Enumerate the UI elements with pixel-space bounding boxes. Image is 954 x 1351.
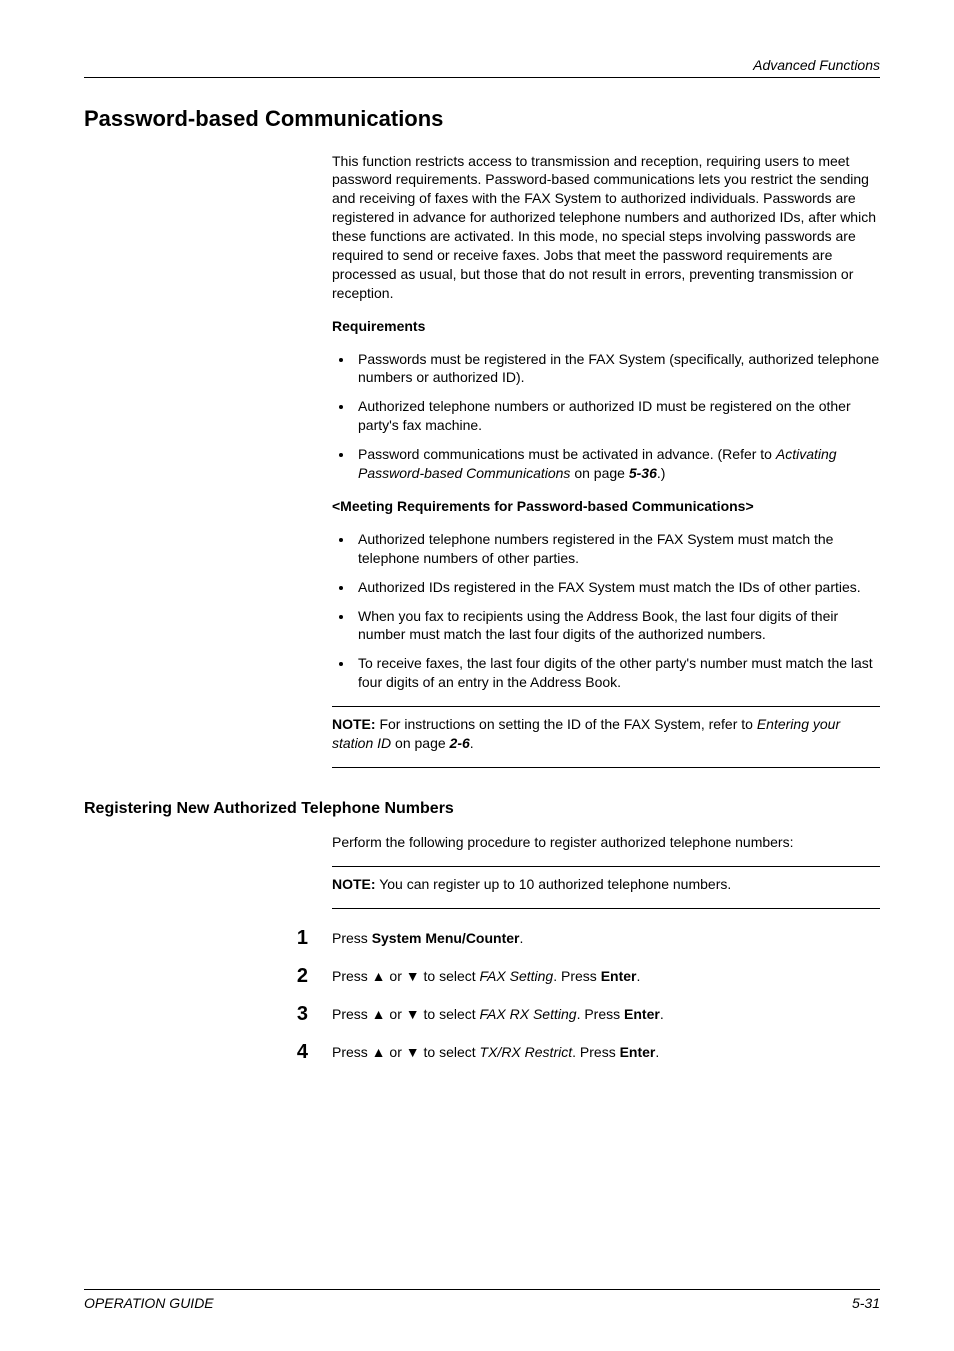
text-run: . Press bbox=[553, 968, 600, 984]
requirements-heading: Requirements bbox=[332, 317, 880, 336]
text-run: Press ▲ or ▼ to select bbox=[332, 1006, 480, 1022]
page-ref: 5-36 bbox=[629, 465, 657, 481]
note-label: NOTE: bbox=[332, 716, 376, 732]
text-run: . bbox=[520, 930, 524, 946]
body-column: Perform the following procedure to regis… bbox=[332, 833, 880, 909]
note-text: NOTE: For instructions on setting the ID… bbox=[332, 715, 880, 753]
section-title: Password-based Communications bbox=[84, 104, 880, 134]
text-run: . bbox=[655, 1044, 659, 1060]
page-ref: 2-6 bbox=[450, 735, 470, 751]
meeting-list: Authorized telephone numbers registered … bbox=[332, 530, 880, 692]
text-run: . Press bbox=[577, 1006, 624, 1022]
step-row: 2 Press ▲ or ▼ to select FAX Setting. Pr… bbox=[84, 965, 880, 987]
step-number: 4 bbox=[84, 1041, 332, 1063]
list-item: To receive faxes, the last four digits o… bbox=[354, 654, 880, 692]
list-item: Authorized telephone numbers registered … bbox=[354, 530, 880, 568]
page-footer: OPERATION GUIDE 5-31 bbox=[84, 1289, 880, 1313]
requirements-list: Passwords must be registered in the FAX … bbox=[332, 350, 880, 483]
text-run: Press ▲ or ▼ to select bbox=[332, 968, 480, 984]
note-block: NOTE: For instructions on setting the ID… bbox=[332, 706, 880, 768]
footer-rule bbox=[84, 1289, 880, 1290]
header-rule bbox=[84, 77, 880, 78]
text-run: Press ▲ or ▼ to select bbox=[332, 1044, 480, 1060]
text-run: . bbox=[660, 1006, 664, 1022]
subsection-intro: Perform the following procedure to regis… bbox=[332, 833, 880, 852]
italic-text: FAX Setting bbox=[480, 968, 554, 984]
text-run: Password communications must be activate… bbox=[358, 446, 776, 462]
note-rule-top bbox=[332, 866, 880, 867]
step-number: 1 bbox=[84, 927, 332, 949]
page-number: 5-31 bbox=[852, 1294, 880, 1313]
note-rule-bottom bbox=[332, 767, 880, 768]
text-run: . bbox=[470, 735, 474, 751]
footer-left: OPERATION GUIDE bbox=[84, 1294, 214, 1313]
text-run: .) bbox=[657, 465, 666, 481]
italic-text: FAX RX Setting bbox=[480, 1006, 577, 1022]
text-run: You can register up to 10 authorized tel… bbox=[376, 876, 732, 892]
text-run: Press bbox=[332, 930, 372, 946]
list-item: Passwords must be registered in the FAX … bbox=[354, 350, 880, 388]
meeting-heading: <Meeting Requirements for Password-based… bbox=[332, 497, 880, 516]
body-column: This function restricts access to transm… bbox=[332, 152, 880, 768]
intro-paragraph: This function restricts access to transm… bbox=[332, 152, 880, 303]
step-row: 3 Press ▲ or ▼ to select FAX RX Setting.… bbox=[84, 1003, 880, 1025]
subsection-title: Registering New Authorized Telephone Num… bbox=[84, 798, 880, 820]
bold-text: System Menu/Counter bbox=[372, 930, 520, 946]
footer-row: OPERATION GUIDE 5-31 bbox=[84, 1294, 880, 1313]
text-run: on page bbox=[570, 465, 628, 481]
text-run: on page bbox=[391, 735, 449, 751]
bold-text: Enter bbox=[624, 1006, 660, 1022]
text-run: . Press bbox=[572, 1044, 619, 1060]
italic-text: TX/RX Restrict bbox=[480, 1044, 573, 1060]
bold-text: Enter bbox=[601, 968, 637, 984]
text-run: For instructions on setting the ID of th… bbox=[376, 716, 757, 732]
list-item: Authorized telephone numbers or authoriz… bbox=[354, 397, 880, 435]
running-head: Advanced Functions bbox=[84, 56, 880, 75]
step-number: 2 bbox=[84, 965, 332, 987]
note-rule-top bbox=[332, 706, 880, 707]
note-text: NOTE: You can register up to 10 authoriz… bbox=[332, 875, 880, 894]
step-text: Press ▲ or ▼ to select TX/RX Restrict. P… bbox=[332, 1041, 880, 1062]
step-number: 3 bbox=[84, 1003, 332, 1025]
text-run: . bbox=[636, 968, 640, 984]
step-row: 1 Press System Menu/Counter. bbox=[84, 927, 880, 949]
list-item: Authorized IDs registered in the FAX Sys… bbox=[354, 578, 880, 597]
note-label: NOTE: bbox=[332, 876, 376, 892]
step-row: 4 Press ▲ or ▼ to select TX/RX Restrict.… bbox=[84, 1041, 880, 1063]
step-text: Press ▲ or ▼ to select FAX RX Setting. P… bbox=[332, 1003, 880, 1024]
note-block: NOTE: You can register up to 10 authoriz… bbox=[332, 866, 880, 909]
step-text: Press System Menu/Counter. bbox=[332, 927, 880, 948]
page: Advanced Functions Password-based Commun… bbox=[0, 0, 954, 1351]
bold-text: Enter bbox=[620, 1044, 656, 1060]
step-text: Press ▲ or ▼ to select FAX Setting. Pres… bbox=[332, 965, 880, 986]
list-item: Password communications must be activate… bbox=[354, 445, 880, 483]
list-item: When you fax to recipients using the Add… bbox=[354, 607, 880, 645]
